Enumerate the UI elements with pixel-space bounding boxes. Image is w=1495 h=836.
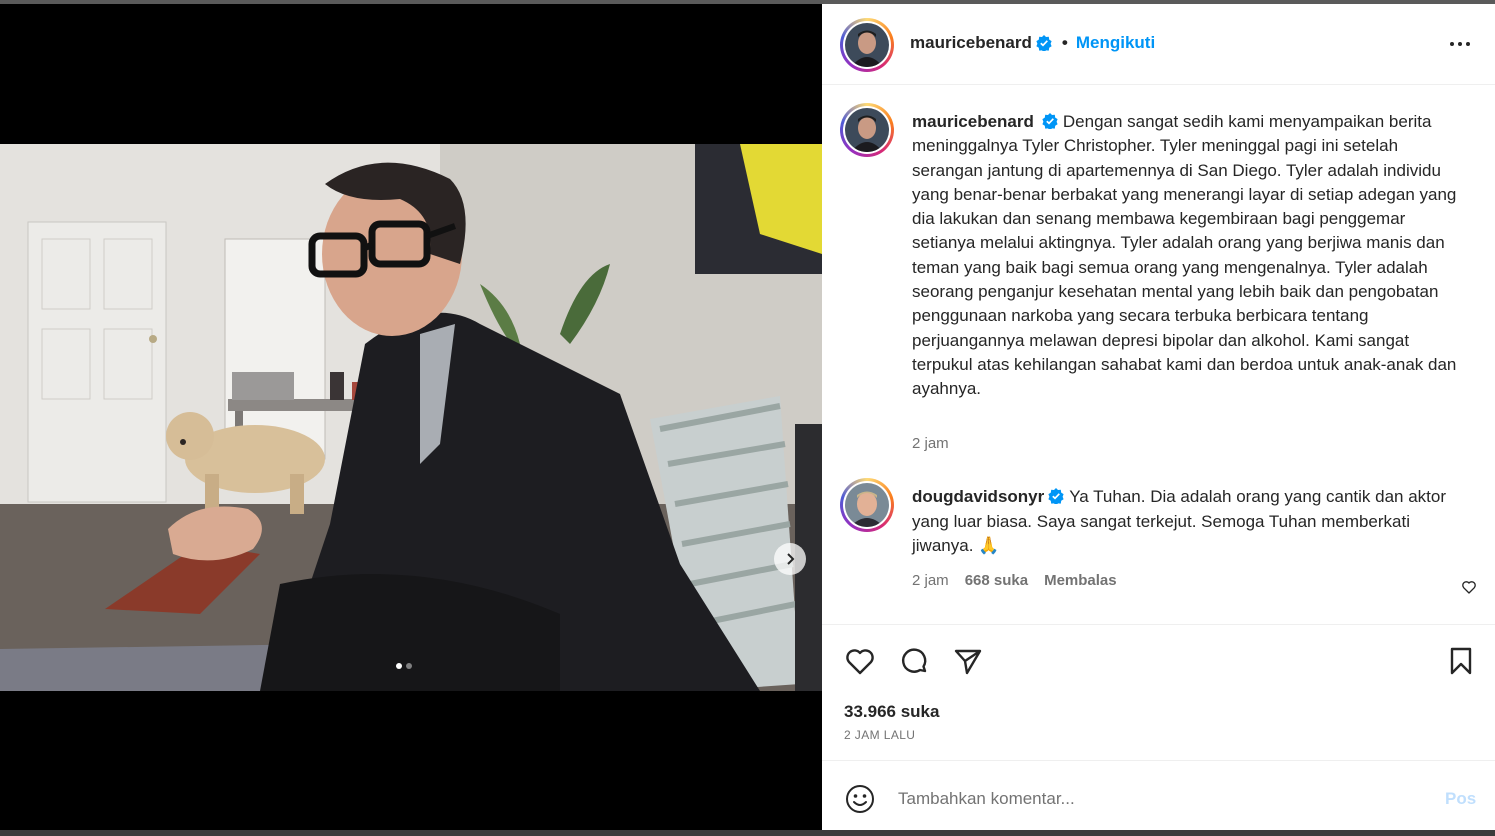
comment-input[interactable]	[898, 785, 1428, 813]
following-button[interactable]: Mengikuti	[1076, 33, 1155, 53]
comment-icon[interactable]	[898, 645, 930, 677]
caption-avatar[interactable]	[840, 103, 894, 157]
more-horizontal-icon[interactable]	[1448, 34, 1472, 54]
caption-text: Dengan sangat sedih kami menyampaikan be…	[912, 112, 1457, 399]
caption-time[interactable]: 2 jam	[912, 435, 949, 452]
share-icon[interactable]	[952, 645, 984, 677]
media-pane	[0, 4, 822, 830]
comment-item: dougdavidsonyr Ya Tuhan. Dia adalah oran…	[912, 485, 1452, 559]
add-comment-bar: Pos	[822, 760, 1495, 830]
comment-meta: 2 jam 668 suka Membalas	[912, 572, 1117, 589]
post-photo[interactable]	[0, 144, 822, 691]
verified-badge-icon	[1042, 113, 1058, 129]
bottom-strip	[0, 830, 1495, 836]
likes-count[interactable]: 33.966 suka	[844, 702, 939, 722]
posted-time[interactable]: 2 JAM LALU	[844, 728, 915, 742]
post-comment-button[interactable]: Pos	[1445, 789, 1476, 809]
caption-username[interactable]: mauricebenard	[912, 112, 1034, 131]
carousel-dot-1	[396, 663, 402, 669]
avatar-image	[845, 108, 889, 152]
comment-time[interactable]: 2 jam	[912, 572, 949, 589]
comment-avatar[interactable]	[840, 478, 894, 532]
reply-button[interactable]: Membalas	[1044, 572, 1117, 589]
avatar-image	[845, 483, 889, 527]
post-actions	[822, 641, 1495, 681]
bookmark-icon[interactable]	[1445, 645, 1477, 677]
post-header: mauricebenard • Mengikuti	[822, 4, 1495, 85]
header-user: mauricebenard • Mengikuti	[910, 33, 1155, 53]
verified-badge-icon	[1036, 35, 1052, 51]
chevron-right-icon	[787, 553, 795, 565]
avatar-image	[845, 23, 889, 67]
header-separator: •	[1061, 33, 1068, 52]
comments-section: mauricebenard Dengan sangat sedih kami m…	[822, 85, 1495, 625]
photo-illustration	[0, 144, 822, 691]
comment-username[interactable]: dougdavidsonyr	[912, 487, 1044, 506]
avatar[interactable]	[840, 18, 894, 72]
comment-likes[interactable]: 668 suka	[965, 572, 1028, 589]
heart-icon[interactable]	[844, 645, 876, 677]
comment-like-icon[interactable]	[1461, 579, 1477, 595]
carousel-dot-2	[406, 663, 412, 669]
carousel-indicator	[396, 663, 412, 669]
post-side-panel: mauricebenard • Mengikuti mauricebenard …	[822, 4, 1495, 830]
header-username[interactable]: mauricebenard	[910, 33, 1032, 53]
emoji-icon[interactable]	[844, 783, 876, 815]
post-caption: mauricebenard Dengan sangat sedih kami m…	[912, 110, 1467, 402]
verified-badge-icon	[1048, 488, 1064, 504]
carousel-next-button[interactable]	[774, 543, 806, 575]
